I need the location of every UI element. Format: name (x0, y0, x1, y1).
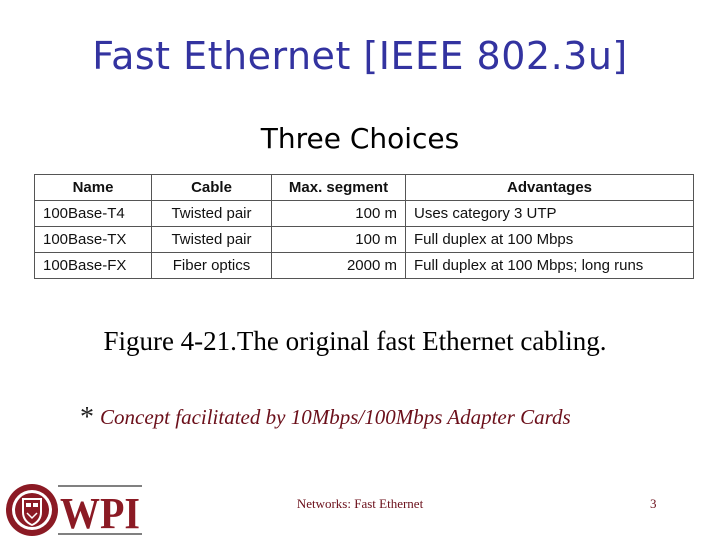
cell-name: 100Base-TX (34, 226, 152, 253)
cell-cable: Fiber optics (151, 252, 272, 279)
cell-max-segment: 100 m (271, 226, 406, 253)
header-max-segment: Max. segment (271, 174, 406, 201)
slide-title: Fast Ethernet [IEEE 802.3u] (92, 34, 628, 78)
table-row: 100Base-TX Twisted pair 100 m Full duple… (34, 226, 694, 253)
table-row: 100Base-FX Fiber optics 2000 m Full dupl… (34, 252, 694, 279)
cabling-table: Name Cable Max. segment Advantages 100Ba… (34, 174, 694, 279)
cell-cable: Twisted pair (151, 200, 272, 227)
table-row: 100Base-T4 Twisted pair 100 m Uses categ… (34, 200, 694, 227)
note-text: Concept facilitated by 10Mbps/100Mbps Ad… (100, 405, 571, 429)
footer-title: Networks: Fast Ethernet (296, 496, 424, 511)
slide-subtitle: Three Choices (260, 122, 460, 155)
header-name: Name (34, 174, 152, 201)
asterisk-bullet-icon: * (80, 402, 94, 433)
cell-advantages: Uses category 3 UTP (405, 200, 694, 227)
cell-max-segment: 100 m (271, 200, 406, 227)
header-cable: Cable (151, 174, 272, 201)
cell-advantages: Full duplex at 100 Mbps (405, 226, 694, 253)
header-advantages: Advantages (405, 174, 694, 201)
table-header-row: Name Cable Max. segment Advantages (34, 174, 694, 201)
note-line: * Concept facilitated by 10Mbps/100Mbps A… (80, 402, 571, 434)
cell-name: 100Base-T4 (34, 200, 152, 227)
page-number: 3 (650, 496, 657, 511)
cell-advantages: Full duplex at 100 Mbps; long runs (405, 252, 694, 279)
cell-max-segment: 2000 m (271, 252, 406, 279)
figure-caption: Figure 4-21.The original fast Ethernet c… (103, 326, 607, 356)
cell-cable: Twisted pair (151, 226, 272, 253)
cell-name: 100Base-FX (34, 252, 152, 279)
